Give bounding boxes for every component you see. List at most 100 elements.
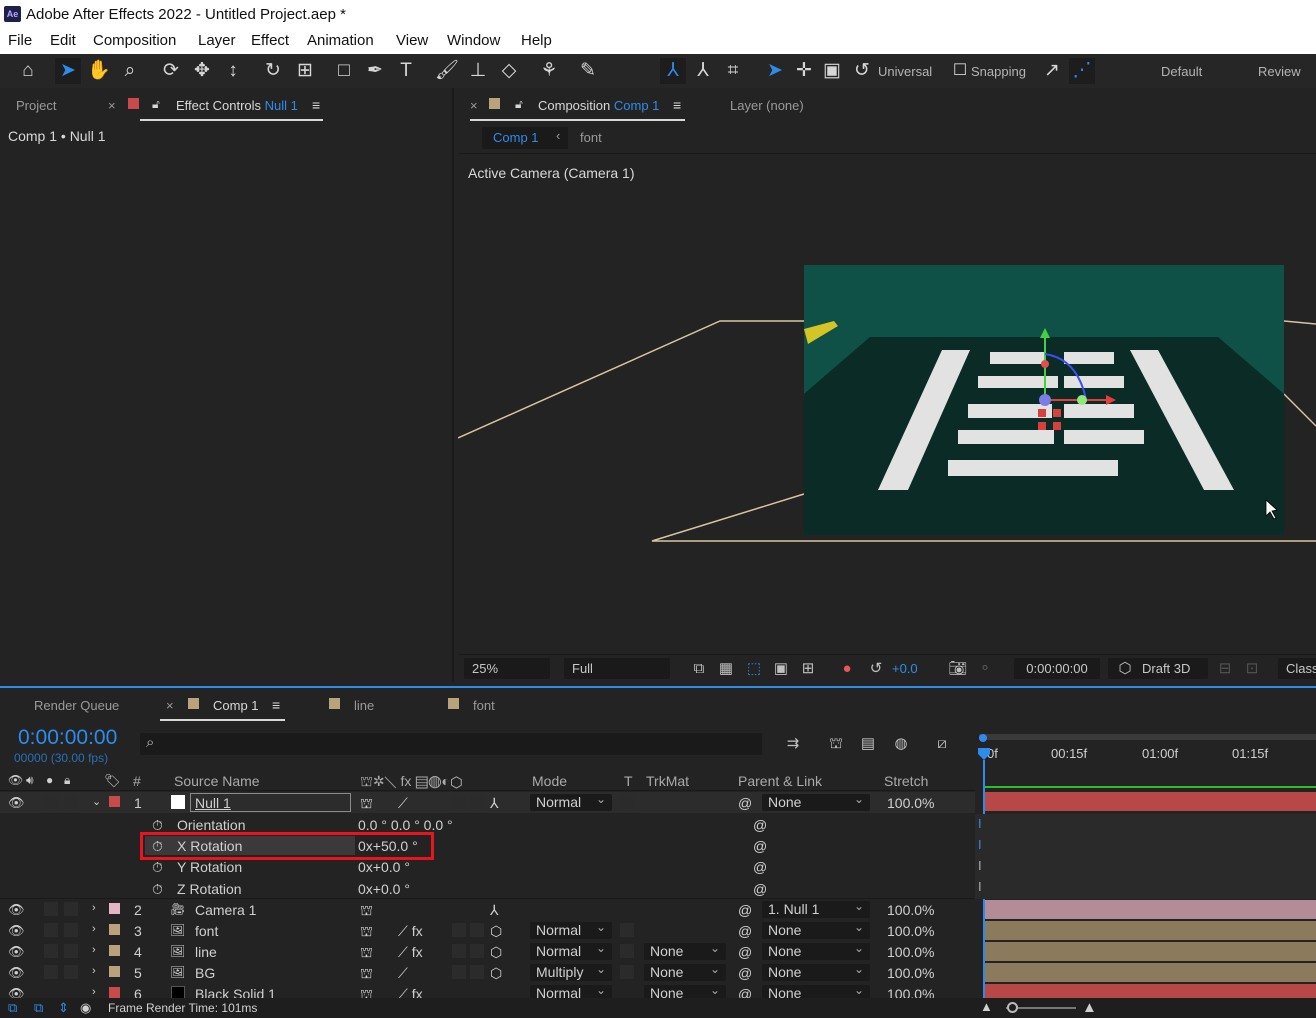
time-ruler[interactable]: 0f 00:15f 01:00f 01:15f [975,730,1316,770]
quality-switch-icon[interactable]: ⟋ [398,965,408,982]
shy-switch-icon[interactable]: ⛫ [360,965,373,984]
menu-effect[interactable]: Effect [251,32,289,49]
motion-blur-icon[interactable]: ◍ [890,733,912,755]
work-area-bar[interactable] [979,734,1316,740]
exposure-reset-icon[interactable]: ↺ [865,658,887,680]
switch-box[interactable] [452,965,466,979]
exposure-value[interactable]: +0.0 [892,661,918,676]
stretch-value[interactable]: 100.0% [887,986,934,998]
blend-mode-dropdown[interactable]: Normal [530,983,612,998]
preserve-transparency-toggle[interactable] [620,944,634,958]
3d-cube-icon[interactable]: ⬡ [490,944,502,961]
local-axis-icon[interactable]: ⅄ [660,58,686,84]
shy-switch-icon[interactable]: ⛫ [360,795,373,814]
lock-icon[interactable]: 🔓︎ [152,97,160,112]
close-icon[interactable]: × [108,98,116,113]
tab-project[interactable]: Project [16,98,56,113]
zoom-out-icon[interactable]: ▲ [980,999,993,1014]
pen-tool-icon[interactable]: ✒ [362,58,388,84]
property-value[interactable]: 0x+0.0 ° [358,881,410,897]
visibility-eye-icon[interactable]: 👁︎ [8,965,25,981]
menu-help[interactable]: Help [521,32,552,49]
layer-label-color[interactable] [109,966,120,977]
switch-box[interactable] [452,944,466,958]
stretch-value[interactable]: 100.0% [887,923,934,939]
expand-chevron-icon[interactable]: › [92,902,96,914]
zoom-slider-handle[interactable] [1007,1002,1018,1013]
resolution-dropdown[interactable]: Full [564,658,670,679]
parent-dropdown[interactable]: None [762,791,870,811]
layer-bar-null-1[interactable] [985,792,1316,811]
keyframe-marker-icon[interactable]: I [978,837,982,852]
subtab-comp[interactable]: Comp 1 [493,130,539,145]
switch-box[interactable] [470,965,484,979]
switch-box[interactable] [470,795,484,809]
close-icon[interactable]: × [166,698,174,713]
tab-composition[interactable]: Composition Comp 1 [538,98,659,113]
view-axis-icon[interactable]: ⌗ [720,58,746,84]
scale-3d-icon[interactable]: ▣ [819,58,845,84]
property-value[interactable]: 0.0 ° 0.0 ° 0.0 ° [358,817,453,833]
layer-label-color[interactable] [109,987,120,998]
comp-mini-flowchart-icon[interactable]: ⇉ [782,733,804,755]
brush-tool-icon[interactable]: 🖌 [434,58,460,84]
pick-whip-icon[interactable]: @ [738,795,752,811]
visibility-eye-icon[interactable]: 👁︎ [8,795,25,811]
eraser-tool-icon[interactable]: ◇ [496,58,522,84]
panel-menu-icon[interactable]: ≡ [312,97,320,113]
layer-row-camera-1[interactable]: 👁︎ › 2 🎥︎ Camera 1 ⛫ ⅄ @ 1. Null 1 100.0… [0,898,975,920]
source-name-header[interactable]: Source Name [174,773,260,789]
keyframe-marker-icon[interactable]: I [978,879,982,894]
3d-cube-icon[interactable]: ⬡ [490,923,502,940]
workspace-review[interactable]: Review [1258,64,1301,79]
tab-render-queue[interactable]: Render Queue [34,698,119,713]
classic-3d-dropdown[interactable]: Class [1278,658,1316,679]
universal-mode[interactable]: Universal [878,64,932,79]
shy-switch-icon[interactable]: ⛫ [360,986,373,998]
parent-dropdown[interactable]: None [762,983,870,998]
motion-blur-status-icon[interactable]: ◉ [80,1000,91,1016]
trkmat-dropdown[interactable]: None [644,983,726,998]
visibility-eye-icon[interactable]: 👁︎ [8,944,25,960]
property-row-z-rotation[interactable]: ⏱︎ Z Rotation 0x+0.0 ° @ [0,878,975,899]
visibility-eye-icon[interactable]: 👁︎ [8,902,25,918]
blend-mode-dropdown[interactable]: Normal [530,919,612,939]
layer-bar-black-solid-1[interactable] [985,984,1316,998]
snapshot-camera-icon[interactable]: 📷︎ [947,658,969,680]
3d-layer-switch-icon[interactable]: ⅄ [490,902,499,919]
lock-toggle[interactable] [64,944,78,958]
layer-label-color[interactable] [109,945,120,956]
menu-animation[interactable]: Animation [307,32,374,49]
preserve-transparency-toggle[interactable] [620,965,634,979]
layer-name[interactable]: font [195,923,218,939]
layer-row-black-solid-1[interactable]: 👁︎ › 6 Black Solid 1 ⛫ ⟋ fx Normal None … [0,983,975,998]
rotate-3d-icon[interactable]: ↺ [849,58,875,84]
blend-mode-dropdown[interactable]: Multiply [530,961,612,981]
transparency-grid-icon[interactable]: ▦ [715,658,737,680]
pick-whip-icon[interactable]: @ [753,817,767,833]
guides-icon[interactable]: ⊞ [797,658,819,680]
parent-dropdown[interactable]: 1. Null 1 [762,898,870,918]
layer-name[interactable]: Camera 1 [195,902,256,918]
visibility-eye-icon[interactable]: 👁︎ [8,923,25,939]
snap-arrow-icon[interactable]: ↗ [1039,58,1065,84]
region-of-interest-icon[interactable]: ▣ [770,658,792,680]
switch-box[interactable] [452,795,466,809]
zoom-in-icon[interactable]: ▲ [1082,999,1097,1016]
stretch-value[interactable]: 100.0% [887,944,934,960]
layer-bar-bg[interactable] [985,963,1316,982]
layer-name[interactable]: Null 1 [195,795,231,811]
channel-icon[interactable]: ● [836,658,858,680]
select-3d-icon[interactable]: ➤ [762,58,788,84]
comp-flowchart-icon[interactable]: ⧉ [8,1000,17,1016]
orbit-camera-icon[interactable]: ⟳ [158,58,184,84]
solo-toggle[interactable] [44,902,58,916]
mask-visibility-icon[interactable]: ⬚ [743,658,765,680]
expand-chevron-icon[interactable]: › [92,944,96,956]
stretch-value[interactable]: 100.0% [887,795,934,811]
lock-toggle[interactable] [64,795,78,809]
lock-toggle[interactable] [64,923,78,937]
menu-edit[interactable]: Edit [50,32,76,49]
lock-toggle[interactable] [64,965,78,979]
lock-icon[interactable]: 🔓︎ [515,97,523,112]
